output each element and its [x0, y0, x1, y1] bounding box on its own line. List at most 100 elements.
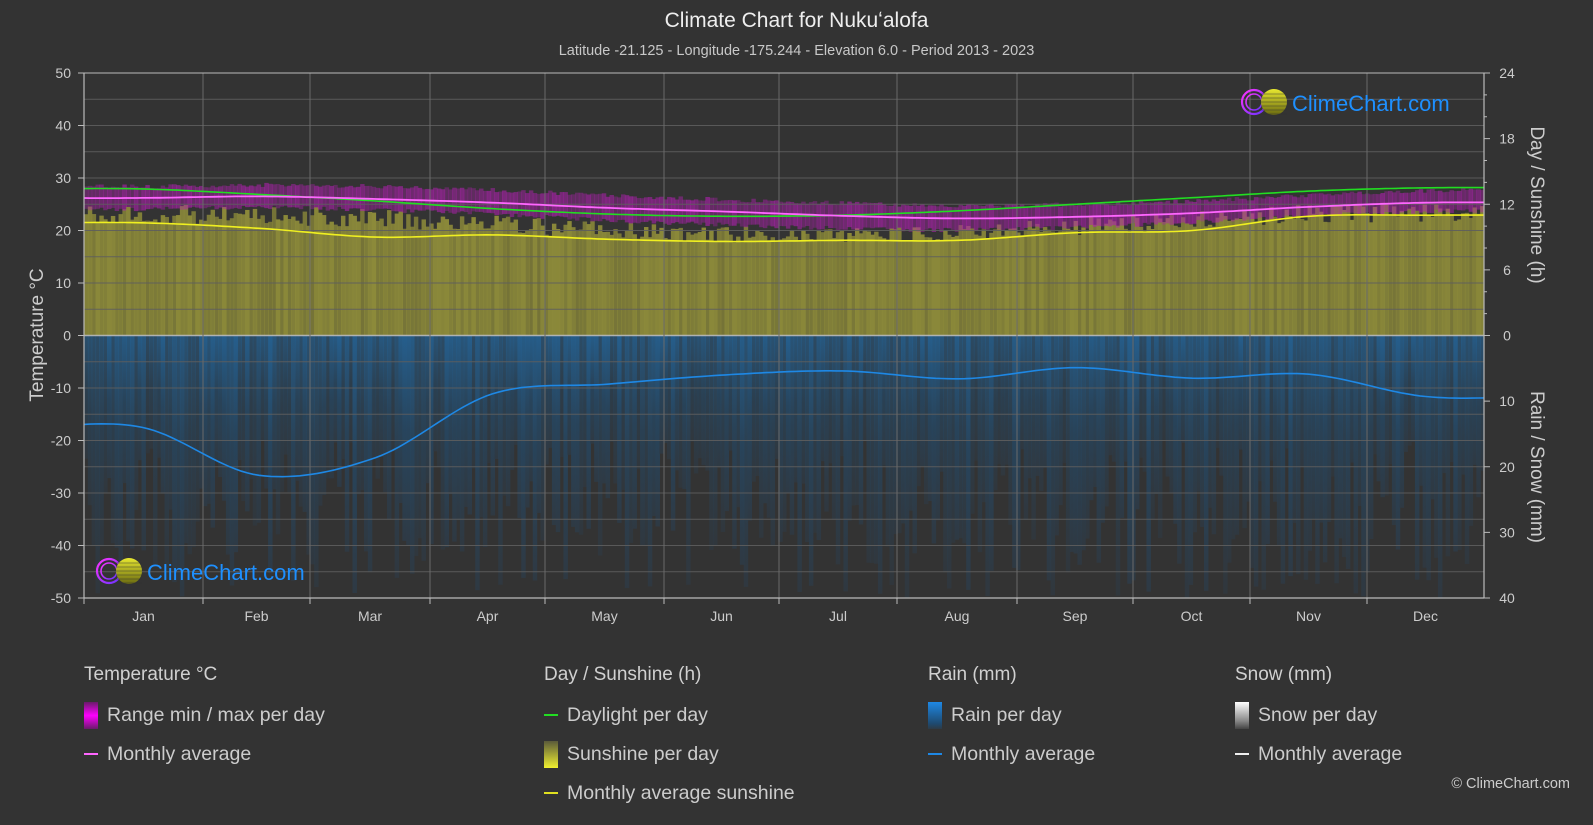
- sunshine-day-bar: [747, 237, 752, 336]
- rain-day-bar: [1407, 335, 1412, 446]
- sunshine-day-bar: [682, 241, 687, 336]
- sunshine-day-bar: [348, 214, 354, 336]
- rain-day-bar: [609, 335, 614, 442]
- rain-day-bar: [1464, 335, 1470, 564]
- sunshine-day-bar: [130, 219, 135, 336]
- temp-range-day-bar: [870, 202, 875, 229]
- sunshine-day-bar: [1292, 219, 1297, 336]
- sunshine-day-bar: [1453, 220, 1458, 336]
- logo-text: ClimeChart.com: [147, 560, 305, 585]
- rain-day-bar: [321, 335, 327, 495]
- legend-item-rain-avg: Monthly average: [928, 742, 1095, 766]
- sunshine-day-bar: [1472, 207, 1477, 336]
- temp-range-day-bar: [1464, 189, 1470, 210]
- temp-range-day-bar: [908, 205, 914, 232]
- legend-temperature: Temperature °C Range min / max per day M…: [84, 664, 325, 766]
- rain-day-bar: [1315, 335, 1320, 584]
- temp-range-day-bar: [444, 187, 449, 212]
- rain-day-bar: [782, 335, 787, 532]
- temp-range-day-bar: [989, 203, 994, 228]
- rain-day-bar: [851, 335, 856, 506]
- rain-day-bar: [1434, 335, 1439, 558]
- rain-day-bar: [1468, 335, 1474, 526]
- rain-day-bar: [176, 335, 181, 581]
- sunshine-day-bar: [870, 234, 875, 336]
- rain-day-bar: [1077, 335, 1082, 565]
- rain-day-bar: [870, 335, 875, 563]
- temp-range-day-bar: [613, 196, 618, 223]
- rain-swatch-icon: [928, 701, 942, 729]
- sunshine-day-bar: [1299, 218, 1305, 336]
- sunshine-day-bar: [379, 218, 384, 336]
- rain-day-bar: [202, 335, 208, 507]
- rain-day-bar: [1227, 335, 1232, 563]
- sunshine-day-bar: [1039, 231, 1044, 336]
- rain-day-bar: [179, 335, 185, 597]
- sunshine-day-bar: [1012, 228, 1017, 336]
- rain-day-bar: [1388, 335, 1393, 465]
- sunshine-day-bar: [509, 222, 515, 336]
- sunshine-day-bar: [797, 240, 802, 336]
- sunshine-day-bar: [1265, 218, 1270, 336]
- rain-day-bar: [398, 335, 403, 503]
- rain-day-bar: [705, 335, 710, 471]
- sunshine-day-bar: [440, 216, 446, 336]
- sunshine-day-bar: [141, 220, 146, 336]
- rain-day-bar: [1177, 335, 1182, 564]
- sunshine-day-bar: [1150, 228, 1155, 336]
- sunshine-day-bar: [172, 215, 177, 336]
- line-swatch-icon: [544, 714, 558, 716]
- temp-range-day-bar: [1100, 202, 1105, 227]
- sunshine-day-bar: [1054, 232, 1059, 336]
- sunshine-day-bar: [1050, 231, 1056, 336]
- sunshine-day-bar: [1157, 218, 1163, 336]
- sunshine-day-bar: [548, 235, 553, 336]
- sunshine-day-bar: [436, 222, 442, 336]
- temp-range-day-bar: [425, 188, 430, 210]
- temp-range-day-bar: [1104, 204, 1109, 226]
- temp-range-day-bar: [321, 185, 327, 207]
- sunshine-day-bar: [973, 234, 979, 336]
- rain-day-bar: [1395, 335, 1401, 550]
- sunshine-day-bar: [605, 231, 611, 336]
- right-tick-label: 18: [1499, 131, 1515, 147]
- right-tick-label: 24: [1499, 65, 1515, 81]
- rain-day-bar: [1345, 335, 1351, 569]
- temp-range-day-bar: [640, 198, 645, 222]
- sunshine-day-bar: [479, 221, 484, 336]
- rain-day-bar: [1472, 335, 1477, 465]
- sunshine-day-bar: [701, 227, 706, 336]
- sunshine-day-bar: [617, 233, 622, 336]
- sunshine-day-bar: [571, 227, 576, 336]
- left-tick-label: -30: [51, 485, 71, 501]
- sunshine-day-bar: [927, 237, 933, 336]
- rain-day-bar: [1284, 335, 1289, 449]
- rain-day-bar: [924, 335, 929, 505]
- rain-day-bar: [1180, 335, 1186, 443]
- rain-day-bar: [402, 335, 407, 541]
- rain-day-bar: [697, 335, 703, 459]
- rain-day-bar: [463, 335, 469, 507]
- rain-day-bar: [571, 335, 576, 527]
- rain-day-bar: [1192, 335, 1197, 533]
- rain-day-bar: [1012, 335, 1017, 568]
- rain-day-bar: [1046, 335, 1052, 581]
- rain-day-bar: [597, 335, 603, 556]
- temp-range-day-bar: [1157, 201, 1163, 223]
- sunshine-day-bar: [931, 241, 937, 336]
- sunshine-day-bar: [1407, 208, 1412, 336]
- rain-day-bar: [390, 335, 396, 451]
- right-tick-label: 20: [1499, 459, 1515, 475]
- temp-range-day-bar: [463, 189, 469, 213]
- sunshine-day-bar: [1042, 227, 1048, 336]
- sunshine-day-bar: [356, 221, 361, 336]
- rain-day-bar: [897, 335, 902, 534]
- rain-day-bar: [647, 335, 653, 587]
- rain-day-bar: [348, 335, 354, 443]
- temp-range-day-bar: [1046, 203, 1052, 227]
- sunshine-day-bar: [364, 223, 369, 336]
- rain-day-bar: [1223, 335, 1228, 594]
- temp-range-day-bar: [1092, 202, 1098, 227]
- sunshine-day-bar: [1280, 221, 1286, 336]
- climate-chart: 50 40 30 20 10 0 -10 -20 -30 -40 -50 24 18 12 6 0 10 20 30…: [27, 65, 1547, 624]
